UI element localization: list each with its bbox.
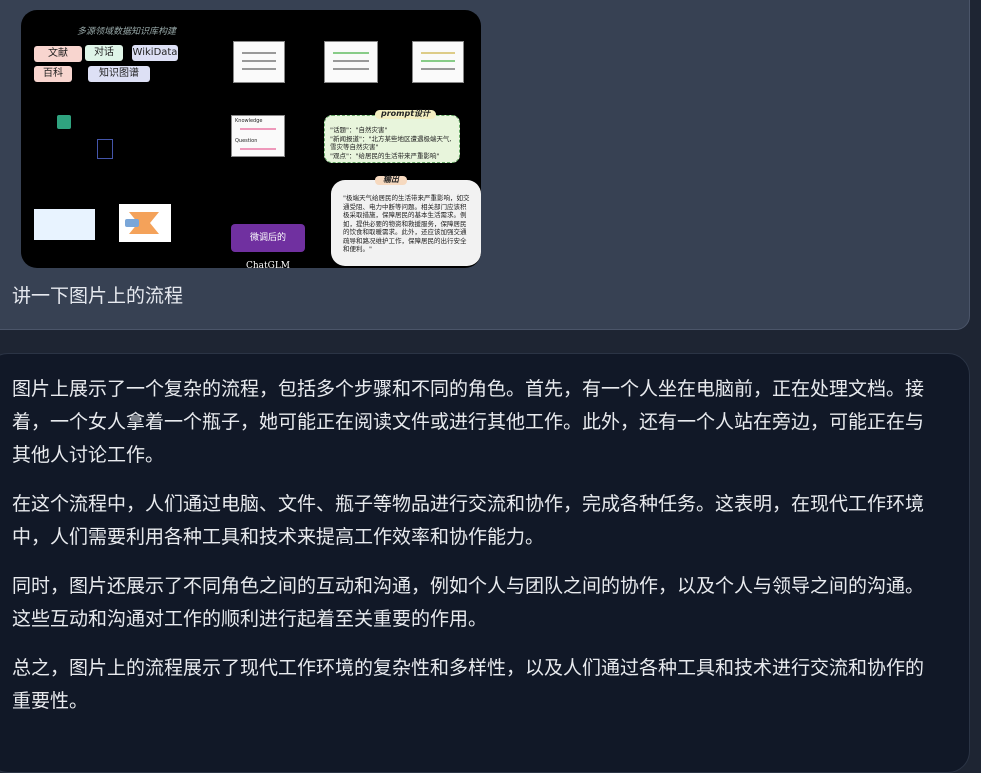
document-icon xyxy=(97,139,113,159)
user-question-text: 讲一下图片上的流程 xyxy=(12,285,184,307)
tag-dialogue: 对话 xyxy=(85,45,123,61)
document-thumbnail xyxy=(233,41,285,83)
prompt-title: prompt设计 xyxy=(375,109,437,119)
answer-paragraph: 同时，图片还展示了不同角色之间的互动和沟通，例如个人与团队之间的协作，以及个人与… xyxy=(12,575,925,630)
tag-literature: 文献 xyxy=(34,46,82,62)
document-thumbnail xyxy=(412,41,464,83)
data-table-thumbnail xyxy=(34,209,95,240)
openai-logo-icon xyxy=(57,115,71,129)
tag-encyclopedia: 百科 xyxy=(34,66,72,82)
prompt-line: 雪灾等自然灾害" xyxy=(330,143,379,151)
finetuned-chatglm-label: 微调后的ChatGLM xyxy=(231,224,305,268)
answer-paragraph: 图片上展示了一个复杂的流程，包括多个步骤和不同的角色。首先，有一个人坐在电脑前，… xyxy=(12,378,925,466)
document-thumbnail xyxy=(324,41,378,83)
tag-wikidata: WikiData xyxy=(132,45,178,61)
attached-image[interactable]: 多源领域数据知识库构建 文献 对话 WikiData 百科 知识图谱 Knowl… xyxy=(21,10,481,268)
tag-knowledge-graph: 知识图谱 xyxy=(88,66,150,82)
output-title: 输出 xyxy=(375,175,407,185)
model-architecture-thumbnail xyxy=(119,204,171,242)
prompt-line: "话题"："自然灾害" xyxy=(330,126,388,134)
assistant-answer: 图片上展示了一个复杂的流程，包括多个步骤和不同的角色。首先，有一个人坐在电脑前，… xyxy=(12,373,942,734)
knowledge-question-card: Knowledge Question xyxy=(231,115,285,157)
answer-paragraph: 总之，图片上的流程展示了现代工作环境的复杂性和多样性，以及人们通过各种工具和技术… xyxy=(12,657,925,712)
knowledge-label: Knowledge xyxy=(235,118,263,124)
prompt-line: "观点"："给居民的生活带来严重影响" xyxy=(330,151,440,160)
question-label: Question xyxy=(235,138,258,144)
output-text: "极端天气给居民的生活带来严重影响，如交通受阻、电力中断等问题。相关部门应该积极… xyxy=(343,194,470,253)
prompt-design-box: prompt设计 "话题"："自然灾害" "新闻报道"："北方某些地区遭遇极端天… xyxy=(324,109,460,163)
output-box: 输出 "极端天气给居民的生活带来严重影响，如交通受阻、电力中断等问题。相关部门应… xyxy=(331,175,481,266)
diagram-title: 多源领域数据知识库构建 xyxy=(77,27,177,37)
prompt-line: "新闻报道"："北方某些地区遭遇极端天气, xyxy=(330,134,452,143)
answer-paragraph: 在这个流程中，人们通过电脑、文件、瓶子等物品进行交流和协作，完成各种任务。这表明… xyxy=(12,493,925,548)
